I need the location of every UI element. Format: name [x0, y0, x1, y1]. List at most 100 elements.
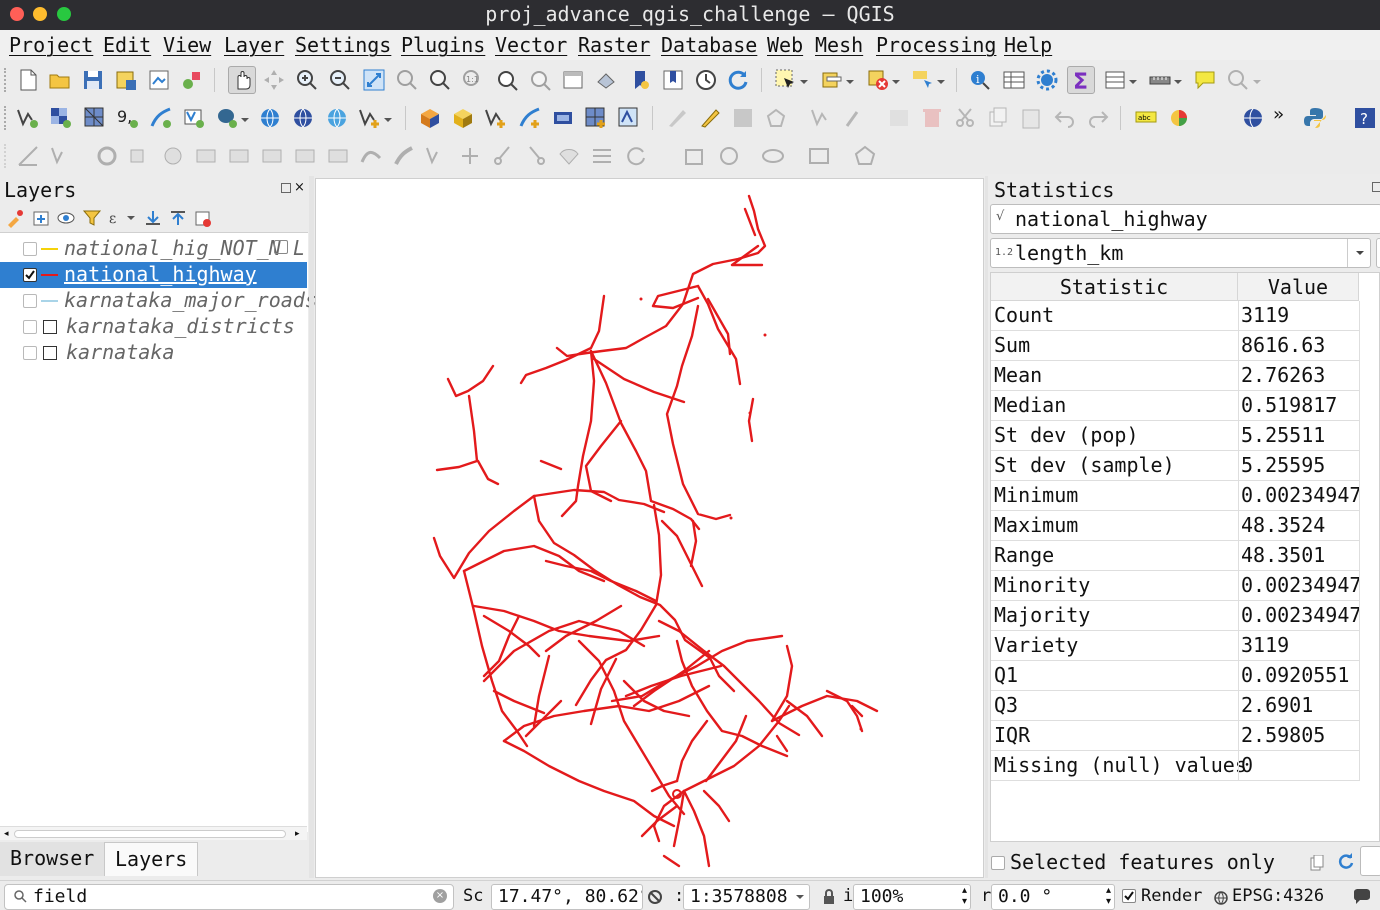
horizontal-scrollbar[interactable]: ◂ ▸: [0, 826, 307, 840]
layer-visibility-checkbox[interactable]: [23, 346, 37, 360]
remove-layer-icon[interactable]: [193, 208, 213, 228]
add-part-icon[interactable]: [128, 144, 152, 168]
copy-features-icon[interactable]: [986, 106, 1010, 130]
spin-arrows-icon[interactable]: ▴ ▾: [962, 885, 967, 907]
cut-features-icon[interactable]: [953, 106, 977, 130]
add-wcs-layer-icon[interactable]: [325, 106, 349, 130]
chevron-down-icon[interactable]: [240, 110, 250, 134]
new-shapefile-icon[interactable]: [358, 106, 382, 130]
add-group-icon[interactable]: [31, 208, 51, 228]
scroll-right-icon[interactable]: ▸: [295, 829, 300, 839]
add-wfs-layer-icon[interactable]: [291, 106, 315, 130]
add-rectangle-icon[interactable]: [807, 144, 831, 168]
zoom-out-icon[interactable]: [328, 68, 352, 92]
deselect-features-icon[interactable]: [866, 68, 890, 92]
toolbar-overflow-icon[interactable]: »: [1273, 104, 1284, 125]
menu-raster[interactable]: Raster: [578, 33, 650, 57]
chevron-down-icon[interactable]: [1173, 72, 1183, 96]
menu-web[interactable]: Web: [767, 33, 803, 57]
filter-legend-icon[interactable]: [82, 208, 102, 228]
column-header-value[interactable]: Value: [1238, 273, 1359, 301]
manage-visibility-icon[interactable]: [56, 208, 76, 228]
table-row[interactable]: Maximum 48.3524: [991, 511, 1359, 541]
add-wms-layer-icon[interactable]: [258, 106, 282, 130]
new-mesh-layer-icon[interactable]: [584, 106, 608, 130]
edit-table-icon[interactable]: [887, 106, 911, 130]
toolbar-grip[interactable]: [4, 68, 9, 92]
offset-curve-icon[interactable]: [293, 144, 317, 168]
float-panel-icon[interactable]: [1372, 182, 1380, 192]
table-row[interactable]: Minimum 0.00234947: [991, 481, 1361, 511]
toolbar-grip[interactable]: [4, 144, 9, 168]
pan-map-icon[interactable]: [228, 66, 256, 94]
merge-attributes-icon[interactable]: [491, 144, 515, 168]
refresh-icon[interactable]: [726, 68, 750, 92]
panel-menu-button[interactable]: [1360, 846, 1380, 876]
zoom-full-icon[interactable]: [362, 68, 386, 92]
table-row[interactable]: IQR 2.59805: [991, 721, 1359, 751]
new-temporary-layer-icon[interactable]: [451, 106, 475, 130]
crs-globe-icon[interactable]: [1213, 889, 1229, 905]
chevron-down-icon[interactable]: [891, 72, 901, 96]
add-feature-icon[interactable]: [764, 106, 788, 130]
chevron-down-icon[interactable]: [799, 72, 809, 96]
table-row[interactable]: Minority 0.00234947: [991, 571, 1361, 601]
new-3d-view-icon[interactable]: [594, 68, 618, 92]
layer-row-karnataka-districts[interactable]: karnataka_districts: [0, 314, 307, 340]
layer-row-national-hig-not-n[interactable]: national_hig_NOT_N L: [0, 236, 307, 262]
zoom-to-selection-icon[interactable]: [395, 68, 419, 92]
current-edits-icon[interactable]: [665, 106, 689, 130]
menu-vector[interactable]: Vector: [495, 33, 567, 57]
add-circle-icon[interactable]: [717, 144, 741, 168]
layer-row-karnataka[interactable]: karnataka: [0, 340, 307, 366]
new-virtual-layer-icon[interactable]: [484, 106, 508, 130]
new-geopackage-layer-icon[interactable]: [418, 106, 442, 130]
gps-tools-icon[interactable]: [551, 106, 575, 130]
column-header-statistic[interactable]: Statistic: [991, 273, 1238, 301]
open-project-icon[interactable]: [48, 68, 72, 92]
table-row[interactable]: Mean 2.76263: [991, 361, 1359, 391]
layer-visibility-checkbox[interactable]: [23, 320, 37, 334]
select-by-location-icon[interactable]: [910, 68, 934, 92]
chevron-down-icon[interactable]: [1252, 72, 1262, 96]
table-row[interactable]: Median 0.519817: [991, 391, 1359, 421]
simplify-icon[interactable]: [359, 144, 383, 168]
table-row[interactable]: Range 48.3501: [991, 541, 1359, 571]
menu-processing[interactable]: Processing: [876, 33, 996, 57]
trim-extend-icon[interactable]: [590, 144, 614, 168]
lock-scale-icon[interactable]: [822, 888, 836, 904]
table-row[interactable]: Sum 8616.63: [991, 331, 1359, 361]
open-styling-panel-icon[interactable]: [5, 208, 25, 228]
menu-settings[interactable]: Settings: [295, 33, 391, 57]
new-project-icon[interactable]: [16, 68, 40, 92]
close-panel-icon[interactable]: ×: [294, 180, 305, 195]
menu-layer[interactable]: Layer: [224, 33, 284, 57]
open-field-calculator-icon[interactable]: [1103, 68, 1127, 92]
menu-database[interactable]: Database: [661, 33, 757, 57]
menu-help[interactable]: Help: [1004, 33, 1052, 57]
layer-row-karnataka-major-roads[interactable]: karnataka_major_roads: [0, 288, 317, 314]
chevron-down-icon[interactable]: [1128, 72, 1138, 96]
add-circular-string-icon[interactable]: [50, 144, 74, 168]
diagram-properties-icon[interactable]: [1167, 106, 1191, 130]
save-as-icon[interactable]: [114, 68, 138, 92]
add-delimited-text-icon[interactable]: 9,: [116, 106, 140, 130]
layer-labeling-icon[interactable]: abc: [1134, 106, 1158, 130]
identify-features-icon[interactable]: i: [968, 68, 992, 92]
table-row[interactable]: Q3 2.6901: [991, 691, 1359, 721]
add-ring-icon[interactable]: [95, 144, 119, 168]
crs-label[interactable]: EPSG:4326: [1232, 886, 1324, 906]
data-source-manager-icon[interactable]: [16, 106, 40, 130]
clear-search-icon[interactable]: ×: [433, 889, 447, 903]
chevron-down-icon[interactable]: [383, 110, 393, 134]
temporal-controller-icon[interactable]: [694, 68, 718, 92]
split-parts-icon[interactable]: [425, 144, 449, 168]
zoom-in-icon[interactable]: [295, 68, 319, 92]
table-row[interactable]: St dev (pop) 5.25511: [991, 421, 1359, 451]
zoom-next-icon[interactable]: [528, 68, 552, 92]
messages-icon[interactable]: [1353, 888, 1371, 904]
expression-button[interactable]: [1376, 238, 1380, 268]
map-canvas[interactable]: [315, 178, 984, 878]
globe-plugin-icon[interactable]: [1241, 106, 1265, 130]
zoom-native-icon[interactable]: 1:1: [461, 68, 485, 92]
